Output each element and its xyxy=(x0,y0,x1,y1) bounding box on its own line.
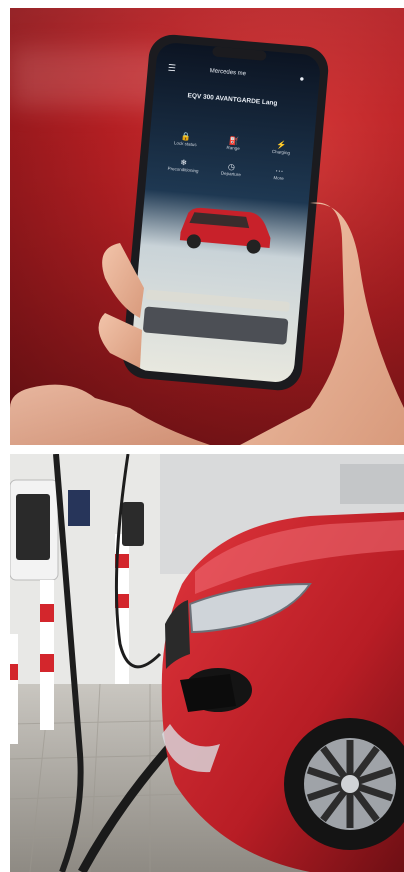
charging-station-middle xyxy=(122,502,144,546)
charging-plug xyxy=(180,674,236,712)
tile-departure[interactable]: ◷ Departure xyxy=(209,160,254,178)
tile-more[interactable]: ⋯ More xyxy=(257,165,302,183)
photo-charging xyxy=(10,454,404,872)
mercedes-star-icon xyxy=(341,775,359,793)
tile-lock[interactable]: 🔒 Lock status xyxy=(163,130,208,148)
photo-phone-app: ☰ Mercedes me ● EQV 300 AVANTGARDE Lang … xyxy=(10,8,404,445)
profile-icon[interactable]: ● xyxy=(299,74,305,83)
menu-icon[interactable]: ☰ xyxy=(167,62,176,74)
charger-screen xyxy=(16,494,50,560)
phone-screen: ☰ Mercedes me ● EQV 300 AVANTGARDE Lang … xyxy=(121,33,330,392)
wall-display xyxy=(68,490,90,526)
tile-charging[interactable]: ⚡ Charging xyxy=(259,139,304,157)
tile-range[interactable]: ⛽ Range xyxy=(211,135,256,153)
vehicle-name: EQV 300 AVANTGARDE Lang xyxy=(187,92,278,108)
tile-preconditioning[interactable]: ❄ Preconditioning xyxy=(161,156,206,174)
tile-grid: 🔒 Lock status ⛽ Range ⚡ Charging ❄ Preco… xyxy=(164,130,303,181)
building-window xyxy=(340,464,404,504)
charging-scene xyxy=(10,454,404,872)
app-header-title: Mercedes me xyxy=(209,68,247,78)
